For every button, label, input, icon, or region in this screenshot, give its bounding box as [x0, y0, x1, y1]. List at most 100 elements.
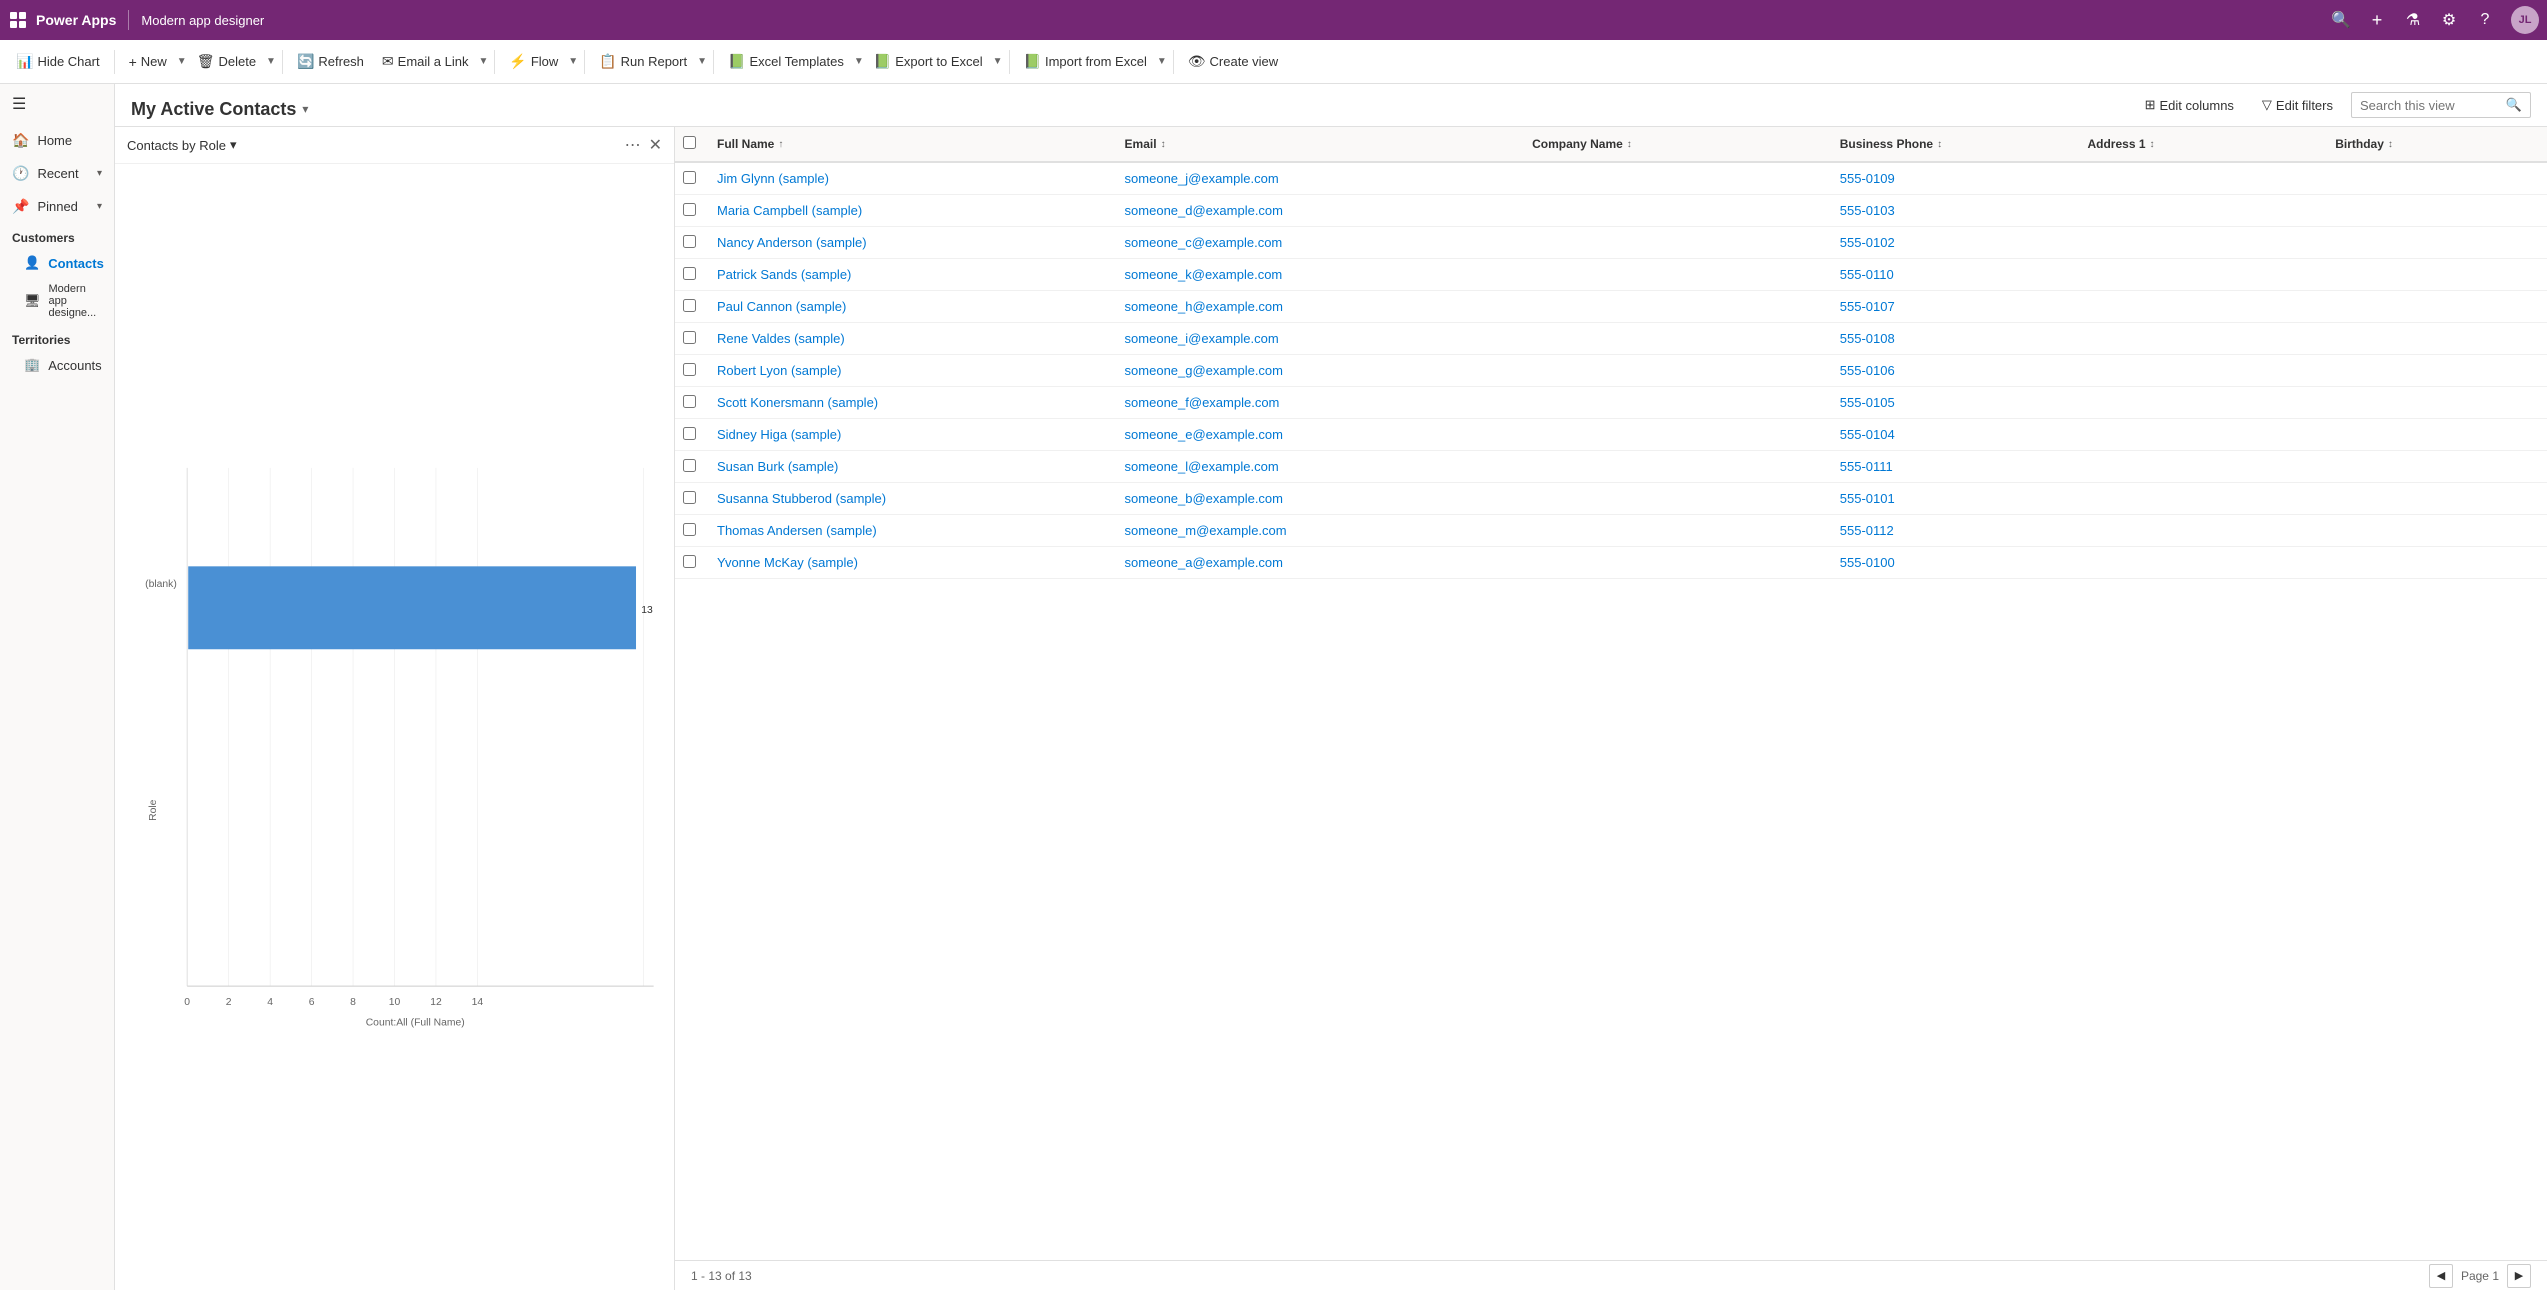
cell-phone-5[interactable]: 555-0108 — [1836, 331, 2084, 346]
chart-title-chevron[interactable]: ▾ — [230, 137, 237, 153]
export-dropdown-arrow[interactable]: ▼ — [993, 56, 1003, 67]
flow-button[interactable]: ⚡ Flow — [501, 49, 566, 74]
delete-dropdown-arrow[interactable]: ▼ — [266, 56, 276, 67]
next-page-button[interactable]: ▶ — [2507, 1264, 2531, 1288]
export-excel-button[interactable]: 📗 Export to Excel — [866, 49, 991, 74]
table-row[interactable]: Susanna Stubberod (sample) someone_b@exa… — [675, 483, 2547, 515]
sidebar-item-home[interactable]: 🏠 Home — [0, 124, 114, 157]
excel-templates-dropdown[interactable]: ▼ — [854, 56, 864, 67]
cell-email-4[interactable]: someone_h@example.com — [1121, 299, 1529, 314]
cell-email-8[interactable]: someone_e@example.com — [1121, 427, 1529, 442]
row-checkbox-3[interactable] — [683, 267, 713, 283]
table-row[interactable]: Susan Burk (sample) someone_l@example.co… — [675, 451, 2547, 483]
chart-options-icon[interactable]: ⋯ — [625, 135, 641, 155]
table-row[interactable]: Sidney Higa (sample) someone_e@example.c… — [675, 419, 2547, 451]
table-row[interactable]: Maria Campbell (sample) someone_d@exampl… — [675, 195, 2547, 227]
row-checkbox-9[interactable] — [683, 459, 713, 475]
report-dropdown-arrow[interactable]: ▼ — [697, 56, 707, 67]
cell-email-9[interactable]: someone_l@example.com — [1121, 459, 1529, 474]
cell-phone-11[interactable]: 555-0112 — [1836, 523, 2084, 538]
table-row[interactable]: Rene Valdes (sample) someone_i@example.c… — [675, 323, 2547, 355]
cell-fullname-3[interactable]: Patrick Sands (sample) — [713, 267, 1121, 282]
table-row[interactable]: Robert Lyon (sample) someone_g@example.c… — [675, 355, 2547, 387]
row-checkbox-5[interactable] — [683, 331, 713, 347]
row-checkbox-8[interactable] — [683, 427, 713, 443]
settings-icon[interactable]: ⚙ — [2439, 10, 2459, 30]
avatar[interactable]: JL — [2511, 6, 2539, 34]
cell-email-12[interactable]: someone_a@example.com — [1121, 555, 1529, 570]
cell-fullname-0[interactable]: Jim Glynn (sample) — [713, 171, 1121, 186]
import-dropdown-arrow[interactable]: ▼ — [1157, 56, 1167, 67]
table-row[interactable]: Scott Konersmann (sample) someone_f@exam… — [675, 387, 2547, 419]
cell-fullname-1[interactable]: Maria Campbell (sample) — [713, 203, 1121, 218]
help-icon[interactable]: ? — [2475, 10, 2495, 30]
chart-close-icon[interactable]: ✕ — [649, 135, 662, 155]
cell-fullname-4[interactable]: Paul Cannon (sample) — [713, 299, 1121, 314]
cell-phone-7[interactable]: 555-0105 — [1836, 395, 2084, 410]
table-row[interactable]: Yvonne McKay (sample) someone_a@example.… — [675, 547, 2547, 579]
email-dropdown-arrow[interactable]: ▼ — [478, 56, 488, 67]
row-checkbox-0[interactable] — [683, 171, 713, 187]
cell-email-11[interactable]: someone_m@example.com — [1121, 523, 1529, 538]
view-title-chevron[interactable]: ▾ — [302, 102, 308, 116]
filter-icon[interactable]: ⚗ — [2403, 10, 2423, 30]
row-checkbox-7[interactable] — [683, 395, 713, 411]
col-header-birthday[interactable]: Birthday ↕ — [2331, 137, 2539, 151]
table-row[interactable]: Nancy Anderson (sample) someone_c@exampl… — [675, 227, 2547, 259]
cell-fullname-5[interactable]: Rene Valdes (sample) — [713, 331, 1121, 346]
create-view-button[interactable]: 👁 Create view — [1180, 49, 1286, 74]
edit-filters-button[interactable]: ▽ Edit filters — [2252, 93, 2343, 117]
import-excel-button[interactable]: 📗 Import from Excel — [1016, 49, 1155, 74]
bar-blank[interactable] — [188, 566, 636, 649]
cell-phone-6[interactable]: 555-0106 — [1836, 363, 2084, 378]
search-box[interactable]: 🔍 — [2351, 92, 2531, 118]
cell-fullname-9[interactable]: Susan Burk (sample) — [713, 459, 1121, 474]
hide-chart-button[interactable]: 📊 Hide Chart — [8, 49, 108, 74]
col-header-company[interactable]: Company Name ↕ — [1528, 137, 1836, 151]
app-logo[interactable]: Power Apps — [8, 10, 116, 30]
table-row[interactable]: Jim Glynn (sample) someone_j@example.com… — [675, 163, 2547, 195]
col-header-fullname[interactable]: Full Name ↑ — [713, 137, 1121, 151]
col-header-address[interactable]: Address 1 ↕ — [2083, 137, 2331, 151]
search-icon[interactable]: 🔍 — [2331, 10, 2351, 30]
cell-phone-10[interactable]: 555-0101 — [1836, 491, 2084, 506]
add-icon[interactable]: + — [2367, 10, 2387, 30]
row-checkbox-2[interactable] — [683, 235, 713, 251]
select-all-input[interactable] — [683, 136, 696, 149]
cell-email-1[interactable]: someone_d@example.com — [1121, 203, 1529, 218]
cell-phone-3[interactable]: 555-0110 — [1836, 267, 2084, 282]
refresh-button[interactable]: 🔄 Refresh — [289, 49, 372, 74]
cell-email-5[interactable]: someone_i@example.com — [1121, 331, 1529, 346]
cell-phone-1[interactable]: 555-0103 — [1836, 203, 2084, 218]
cell-fullname-12[interactable]: Yvonne McKay (sample) — [713, 555, 1121, 570]
hamburger-menu[interactable]: ☰ — [0, 84, 114, 124]
cell-phone-2[interactable]: 555-0102 — [1836, 235, 2084, 250]
sidebar-item-recent[interactable]: 🕐 Recent ▾ — [0, 157, 114, 190]
cell-phone-8[interactable]: 555-0104 — [1836, 427, 2084, 442]
new-dropdown-arrow[interactable]: ▼ — [177, 56, 187, 67]
sidebar-item-modern-app[interactable]: 🖥 Modern app designe... — [0, 277, 114, 325]
delete-button[interactable]: 🗑 Delete — [189, 49, 264, 74]
cell-fullname-6[interactable]: Robert Lyon (sample) — [713, 363, 1121, 378]
prev-page-button[interactable]: ◀ — [2429, 1264, 2453, 1288]
cell-email-10[interactable]: someone_b@example.com — [1121, 491, 1529, 506]
cell-email-2[interactable]: someone_c@example.com — [1121, 235, 1529, 250]
row-checkbox-6[interactable] — [683, 363, 713, 379]
select-all-checkbox[interactable] — [683, 136, 713, 152]
cell-fullname-8[interactable]: Sidney Higa (sample) — [713, 427, 1121, 442]
cell-email-0[interactable]: someone_j@example.com — [1121, 171, 1529, 186]
sidebar-item-accounts[interactable]: 🏢 Accounts — [0, 351, 114, 379]
sidebar-item-contacts[interactable]: 👤 Contacts — [0, 249, 114, 277]
table-row[interactable]: Paul Cannon (sample) someone_h@example.c… — [675, 291, 2547, 323]
cell-fullname-11[interactable]: Thomas Andersen (sample) — [713, 523, 1121, 538]
cell-fullname-7[interactable]: Scott Konersmann (sample) — [713, 395, 1121, 410]
col-header-phone[interactable]: Business Phone ↕ — [1836, 137, 2084, 151]
run-report-button[interactable]: 📋 Run Report — [591, 49, 695, 74]
sidebar-item-pinned[interactable]: 📌 Pinned ▾ — [0, 190, 114, 223]
row-checkbox-1[interactable] — [683, 203, 713, 219]
col-header-email[interactable]: Email ↕ — [1121, 137, 1529, 151]
excel-templates-button[interactable]: 📗 Excel Templates — [720, 49, 852, 74]
search-input[interactable] — [2360, 98, 2500, 113]
cell-phone-4[interactable]: 555-0107 — [1836, 299, 2084, 314]
row-checkbox-11[interactable] — [683, 523, 713, 539]
